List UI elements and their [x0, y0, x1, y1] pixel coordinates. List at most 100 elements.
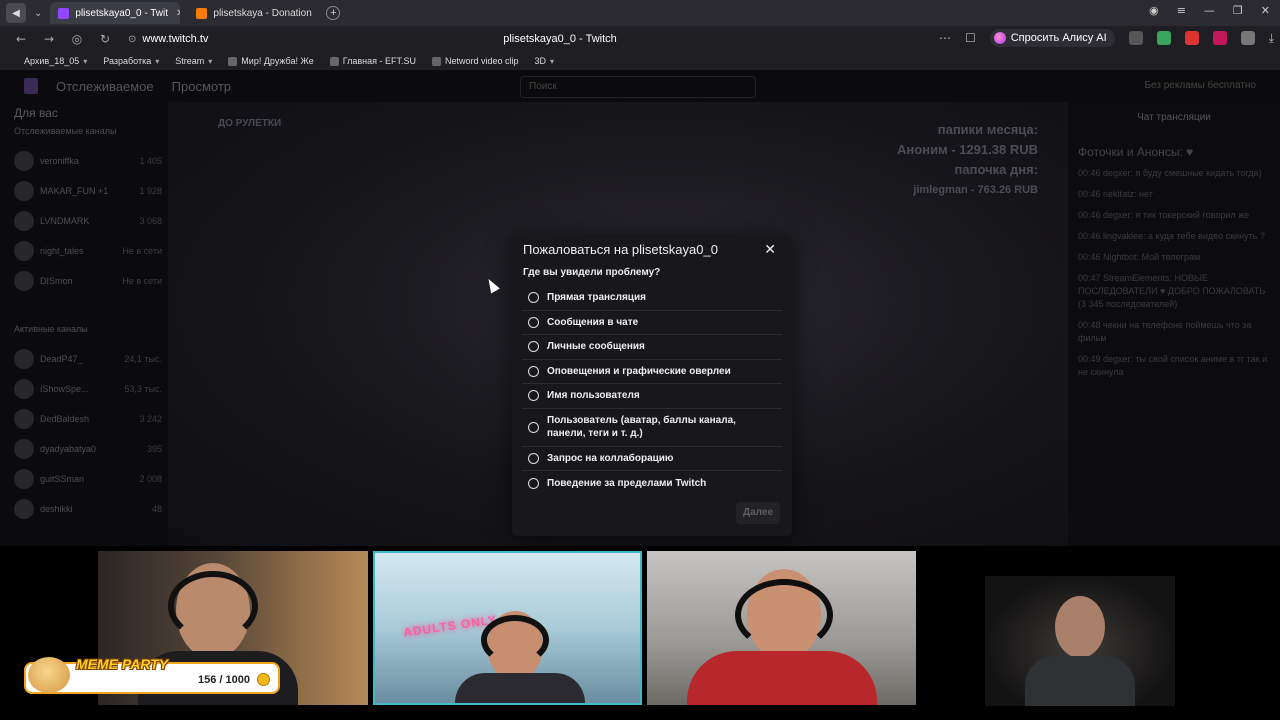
extension-icon[interactable]	[1240, 31, 1255, 45]
nav-browse[interactable]: Просмотр	[172, 79, 231, 94]
avatar	[14, 439, 34, 459]
radio-icon[interactable]	[528, 341, 539, 353]
bookmark-folder[interactable]: Разработка ▾	[103, 56, 159, 66]
report-option[interactable]: Пользователь (аватар, баллы канала, пане…	[522, 409, 782, 447]
restore-icon[interactable]: ❐	[1233, 4, 1243, 17]
radio-icon[interactable]	[528, 421, 539, 433]
close-icon[interactable]: ✕	[764, 242, 776, 258]
report-option[interactable]: Имя пользователя	[522, 384, 782, 409]
sidebar-channel[interactable]: guitSSman 2 008	[14, 464, 162, 494]
webcam-feed: ADULTS ONLY	[373, 551, 642, 705]
no-ads-link[interactable]: Без рекламы бесплатно	[1144, 80, 1256, 91]
chat-message: 00:46 nekitatz: нет	[1078, 189, 1153, 199]
radio-icon[interactable]	[528, 390, 539, 402]
bookmark-favicon-icon	[431, 56, 441, 66]
minimize-icon[interactable]: —	[1204, 4, 1215, 17]
search-input[interactable]: Поиск	[520, 76, 756, 98]
leader-line: jimlegman - 763.26 RUB	[913, 184, 1038, 196]
tab-twitch[interactable]: plisetskaya0_0 - Twit ✕	[50, 2, 181, 24]
report-option[interactable]: Запрос на коллаборацию	[522, 447, 782, 471]
donation-favicon-icon	[196, 7, 208, 19]
audio-icon[interactable]: ◀	[6, 3, 26, 23]
nav-following[interactable]: Отслеживаемое	[56, 79, 154, 94]
more-icon[interactable]: ⋯	[939, 31, 951, 45]
viewer-count: 48	[151, 504, 162, 514]
option-label: Оповещения и графические оверлеи	[547, 365, 731, 377]
chevron-down-icon: ▾	[155, 56, 160, 66]
report-option[interactable]: Оповещения и графические оверлеи	[522, 360, 782, 384]
modal-question: Где вы увидели проблему?	[523, 267, 661, 278]
twitch-logo-icon[interactable]	[24, 78, 38, 94]
modal-title: Пожаловаться на plisetskaya0_0	[523, 242, 718, 257]
report-option[interactable]: Прямая трансляция	[522, 286, 782, 311]
sidebar-channel[interactable]: dyadyabatya0 395	[14, 434, 162, 464]
sidebar-channel[interactable]: night_tales Не в сети	[14, 236, 162, 266]
avatar	[14, 409, 34, 429]
chevron-down-icon[interactable]: ⌄	[34, 8, 42, 19]
chat-title: Чат трансляции	[1137, 112, 1211, 123]
radio-icon[interactable]	[528, 477, 539, 489]
viewer-count: 2 008	[139, 474, 162, 484]
bookmark-link[interactable]: Мир! Дружба! Же	[228, 56, 314, 66]
viewer-count: 53,3 тыс.	[124, 384, 162, 394]
tab-donation[interactable]: plisetskaya - Donation ●	[188, 2, 318, 24]
meme-party-title: MEME PARTY	[76, 656, 169, 672]
close-icon[interactable]: ✕	[176, 8, 180, 19]
download-icon[interactable]: ⤓	[1269, 31, 1274, 46]
headphones-icon	[168, 571, 258, 641]
extension-icon[interactable]	[1184, 31, 1199, 45]
report-option[interactable]: Сообщения в чате	[522, 311, 782, 335]
bookmark-link[interactable]: Главная - EFT.SU	[329, 56, 416, 66]
pinned-message[interactable]: Фоточки и Анонсы: ♥	[1078, 145, 1270, 159]
tab-title: plisetskaya - Donation	[213, 7, 312, 19]
option-label: Личные сообщения	[547, 341, 645, 353]
option-label: Запрос на коллаборацию	[547, 452, 674, 464]
chevron-down-icon: ▾	[550, 56, 555, 66]
report-option[interactable]: Поведение за пределами Twitch	[522, 471, 782, 496]
radio-icon[interactable]	[528, 365, 539, 377]
sidebar-channel[interactable]: LVNDMARK 3 068	[14, 206, 162, 236]
headphones-icon	[481, 615, 549, 665]
sidebar: Для вас Отслеживаемые каналы veroniffka 1…	[14, 106, 162, 546]
channel-name: veroniffka	[40, 156, 79, 166]
sidebar-channel[interactable]: DISmon Не в сети	[14, 266, 162, 296]
viewer-count: 3 068	[139, 216, 162, 226]
radio-icon[interactable]	[528, 452, 539, 464]
sidebar-channel[interactable]: IShowSpe... 53,3 тыс.	[14, 374, 162, 404]
option-label: Имя пользователя	[547, 390, 640, 402]
extension-icon[interactable]	[1128, 31, 1143, 45]
bookmark-link[interactable]: Netword video clip	[431, 56, 519, 66]
bookmark-folder[interactable]: Архив_18_05 ▾	[24, 56, 87, 66]
next-button[interactable]: Далее	[736, 502, 780, 524]
close-window-icon[interactable]: ✕	[1261, 4, 1270, 17]
sidebar-channel[interactable]: veroniffka 1 405	[14, 146, 162, 176]
report-option[interactable]: Личные сообщения	[522, 335, 782, 360]
alice-icon	[993, 32, 1006, 44]
option-label: Пользователь (аватар, баллы канала, пане…	[547, 415, 736, 439]
twitch-favicon-icon	[58, 7, 70, 19]
sidebar-channel[interactable]: MAKAR_FUN +1 1 928	[14, 176, 162, 206]
viewer-count: 3 242	[139, 414, 162, 424]
chat-message: 00:46 lingvaklee: а куда тебе видео скин…	[1078, 231, 1265, 241]
extension-icon[interactable]	[1212, 31, 1227, 45]
bookmark-folder[interactable]: Stream ▾	[175, 56, 212, 66]
profile-icon[interactable]: ◉	[1149, 4, 1159, 17]
radio-icon[interactable]	[528, 292, 539, 304]
bookmark-label: Архив_18_05	[24, 56, 80, 66]
doge-icon	[28, 657, 70, 693]
bookmark-label: Главная - EFT.SU	[342, 56, 416, 66]
bookmark-icon[interactable]: ☐	[965, 31, 976, 45]
bookmark-label: Мир! Дружба! Же	[241, 56, 314, 66]
new-tab-button[interactable]: +	[326, 6, 341, 20]
bookmark-folder[interactable]: 3D ▾	[535, 56, 555, 66]
menu-icon[interactable]: ≡	[1177, 4, 1186, 17]
avatar	[14, 349, 34, 369]
bookmark-label: 3D	[534, 56, 547, 66]
sidebar-channel[interactable]: deshikki 48	[14, 494, 162, 524]
ask-alice-button[interactable]: Спросить Алису AI	[989, 29, 1115, 47]
radio-icon[interactable]	[528, 316, 539, 328]
sidebar-channel[interactable]: DeadP47_ 24,1 тыс.	[14, 344, 162, 374]
sidebar-channel[interactable]: DedBaldesh 3 242	[14, 404, 162, 434]
extension-icon[interactable]	[1156, 31, 1171, 45]
viewer-count: 1 928	[139, 186, 162, 196]
